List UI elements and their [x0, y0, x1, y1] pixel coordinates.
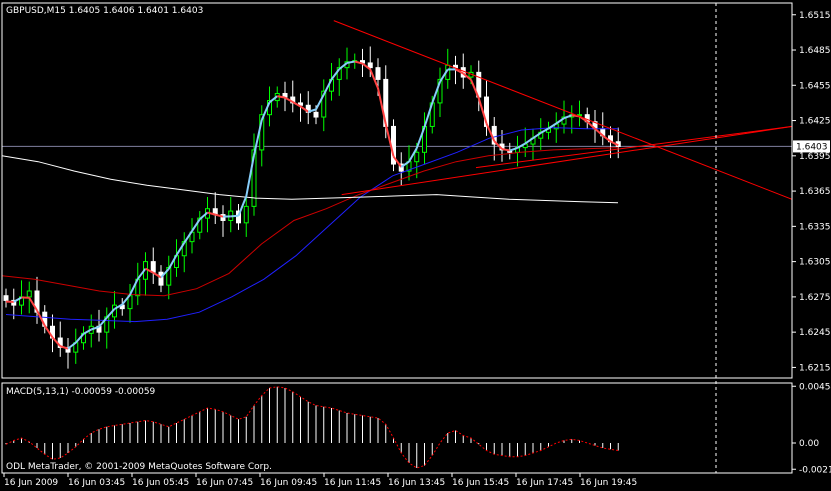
candle-body — [414, 151, 420, 163]
ma-fast-segment — [230, 214, 239, 218]
symbol-header: GBPUSD,M15 1.6405 1.6406 1.6401 1.6403 — [6, 6, 203, 16]
copyright-text: ODL MetaTrader, © 2001-2009 MetaQuotes S… — [6, 462, 272, 472]
candle-body — [158, 271, 164, 286]
price-tick-label: 1.6215 — [799, 363, 831, 373]
price-tick-label: 1.6335 — [799, 222, 831, 232]
candle-body — [26, 290, 32, 298]
time-tick-label: 16 Jun 13:45 — [388, 478, 445, 488]
candle-body — [313, 111, 319, 118]
time-tick-label: 16 Jun 03:45 — [68, 478, 125, 488]
time-tick-label: 16 Jun 07:45 — [196, 478, 253, 488]
macd-tick-label: 0.00 — [799, 439, 819, 449]
price-tick-label: 1.6455 — [799, 81, 831, 91]
time-tick-label: 16 Jun 17:45 — [516, 478, 573, 488]
macd-tick-label: 0.00454 — [799, 382, 831, 392]
time-tick-label: 16 Jun 19:45 — [580, 478, 637, 488]
candle-body — [375, 67, 381, 80]
price-tick-label: 1.6395 — [799, 152, 831, 162]
macd-tick-label: -0.0021 — [799, 465, 831, 475]
current-price-label: 1.6403 — [796, 142, 828, 152]
time-tick-label: 16 Jun 11:45 — [324, 478, 381, 488]
price-tick-label: 1.6275 — [799, 293, 831, 303]
price-tick-label: 1.6305 — [799, 258, 831, 268]
candle-body — [3, 295, 9, 301]
time-tick-label: 16 Jun 05:45 — [132, 478, 189, 488]
time-tick-label: 16 Jun 2009 — [4, 478, 58, 488]
candle-body — [150, 261, 156, 273]
price-tick-label: 1.6245 — [799, 328, 831, 338]
price-tick-label: 1.6485 — [799, 46, 831, 56]
candle-body — [243, 205, 249, 224]
macd-title: MACD(5,13,1) -0.00059 -0.00059 — [6, 387, 156, 397]
candle-body — [367, 62, 373, 69]
time-tick-label: 16 Jun 09:45 — [260, 478, 317, 488]
time-tick-label: 16 Jun 15:45 — [452, 478, 509, 488]
chart-window[interactable]: 1.6515 1.6485 1.6455 1.6425 1.6395 1.6365 1.63… — [0, 0, 831, 491]
price-tick-label: 1.6425 — [799, 117, 831, 127]
chart-background — [0, 0, 831, 491]
price-tick-label: 1.6515 — [799, 11, 831, 21]
price-tick-label: 1.6365 — [799, 187, 831, 197]
